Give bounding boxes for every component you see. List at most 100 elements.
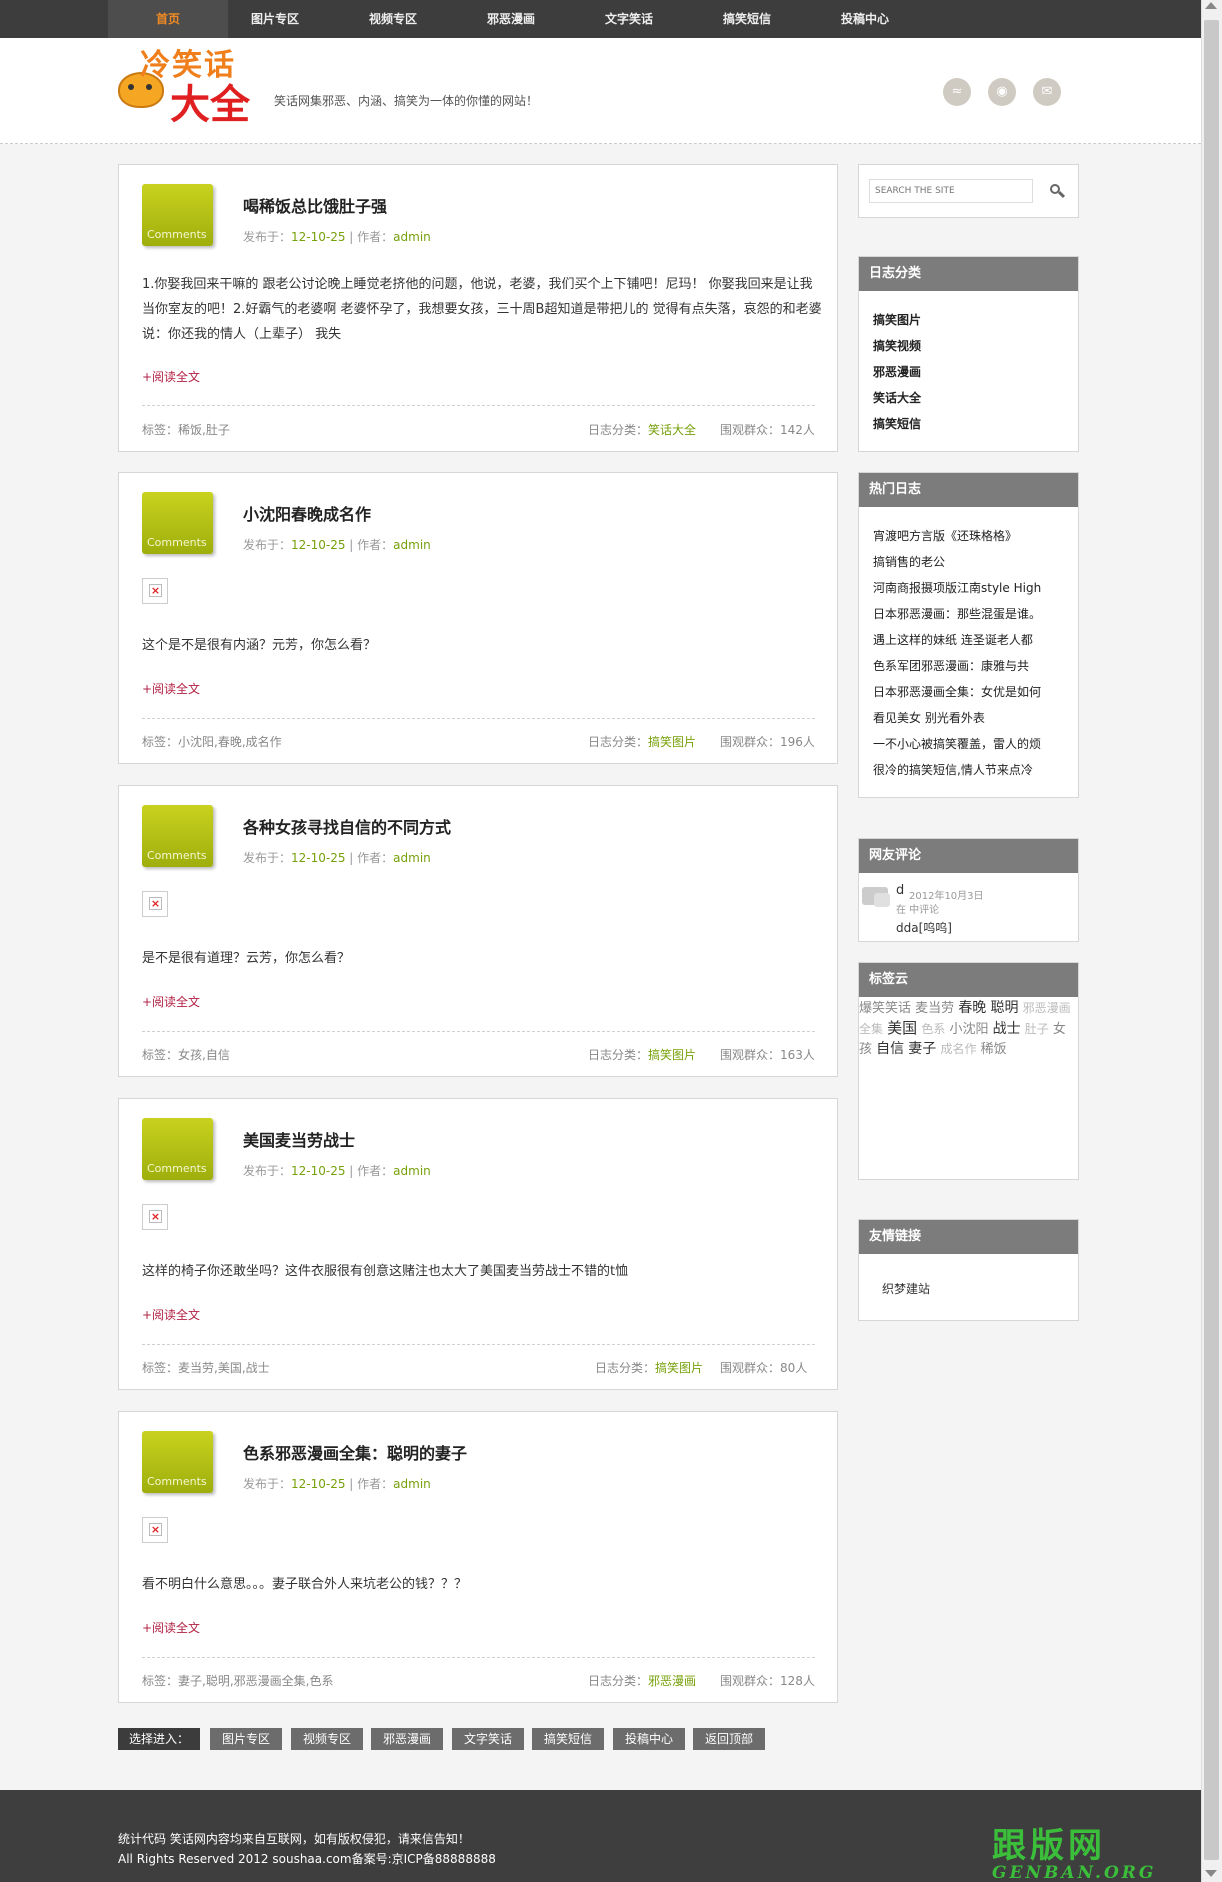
search-button[interactable] xyxy=(1047,179,1067,203)
tag-link[interactable]: 美国 xyxy=(887,1019,917,1037)
comments-badge[interactable]: Comments xyxy=(142,492,213,554)
read-more-link[interactable]: +阅读全文 xyxy=(142,680,200,697)
post-date: 12-10-25 xyxy=(291,538,346,552)
post-author[interactable]: admin xyxy=(393,851,431,865)
nav-item-text-jokes[interactable]: 文字笑话 xyxy=(569,0,689,38)
tag-link[interactable]: 成名作 xyxy=(940,1042,976,1056)
post-author[interactable]: admin xyxy=(393,538,431,552)
post-author[interactable]: admin xyxy=(393,1477,431,1491)
comments-badge[interactable]: Comments xyxy=(142,184,213,246)
read-more-link[interactable]: +阅读全文 xyxy=(142,368,200,385)
hot-post-link[interactable]: 搞销售的老公 xyxy=(873,549,1078,575)
comments-badge[interactable]: Comments xyxy=(142,805,213,867)
site-logo[interactable]: 冷笑话 大全 xyxy=(118,40,258,128)
post-title[interactable]: 喝稀饭总比饿肚子强 xyxy=(243,193,387,217)
post-category-link[interactable]: 搞笑图片 xyxy=(648,1048,696,1062)
comments-badge-label: Comments xyxy=(147,536,207,549)
comments-badge-label: Comments xyxy=(147,849,207,862)
back-to-top-button[interactable]: 返回顶部 xyxy=(693,1728,765,1750)
category-link[interactable]: 搞笑视频 xyxy=(873,333,1078,359)
post-tags: 标签：女孩,自信 xyxy=(142,1048,230,1062)
read-more-link[interactable]: +阅读全文 xyxy=(142,1306,200,1323)
category-link[interactable]: 搞笑短信 xyxy=(873,411,1078,437)
post-category: 日志分类：搞笑图片 xyxy=(595,1361,704,1375)
post-author[interactable]: admin xyxy=(393,230,431,244)
post-date: 12-10-25 xyxy=(291,230,346,244)
post-meta: 发布于：12-10-25 | 作者：admin xyxy=(243,851,431,865)
widget-title: 友情链接 xyxy=(859,1220,1078,1254)
tag-link[interactable]: 战士 xyxy=(993,1021,1021,1037)
nav-item-comics[interactable]: 邪恶漫画 xyxy=(451,0,571,38)
hot-post-link[interactable]: 色系军团邪恶漫画：康雅与共 xyxy=(873,653,1078,679)
category-link[interactable]: 邪恶漫画 xyxy=(873,359,1078,385)
hot-post-link[interactable]: 宵渡吧方言版《还珠格格》 xyxy=(873,523,1078,549)
tag-link[interactable]: 稀饭 xyxy=(981,1042,1007,1057)
comment-bubble-icon xyxy=(862,887,890,907)
post-excerpt: 看不明白什么意思。。。妻子联合外人来坑老公的钱？？？ xyxy=(142,1577,468,1592)
post-title[interactable]: 小沈阳春晚成名作 xyxy=(243,501,371,525)
hot-post-link[interactable]: 一不小心被搞笑覆盖，雷人的烦 xyxy=(873,731,1078,757)
hot-post-link[interactable]: 日本邪恶漫画：那些混蛋是谁。 xyxy=(873,601,1078,627)
post-title[interactable]: 色系邪恶漫画全集：聪明的妻子 xyxy=(243,1440,467,1464)
post-category-link[interactable]: 笑话大全 xyxy=(648,423,696,437)
comments-badge[interactable]: Comments xyxy=(142,1431,213,1493)
post-category: 日志分类：邪恶漫画 xyxy=(588,1674,697,1688)
nav-item-videos[interactable]: 视频专区 xyxy=(333,0,453,38)
comment-user[interactable]: d xyxy=(896,883,904,898)
scroll-down-arrow-icon[interactable] xyxy=(1205,1870,1217,1877)
bottom-nav-item[interactable]: 邪恶漫画 xyxy=(371,1728,443,1750)
scrollbar-thumb[interactable] xyxy=(1204,20,1219,1860)
post-excerpt: 这样的椅子你还敢坐吗？这件衣服很有创意这赌注也太大了美国麦当劳战士不错的t恤 xyxy=(142,1264,629,1279)
rss-icon[interactable]: ≈ xyxy=(943,78,971,106)
tag-link[interactable]: 自信 xyxy=(876,1041,904,1057)
read-more-link[interactable]: +阅读全文 xyxy=(142,993,200,1010)
post-category-link[interactable]: 搞笑图片 xyxy=(655,1361,703,1375)
mail-icon[interactable]: ✉ xyxy=(1033,78,1061,106)
friend-link[interactable]: 织梦建站 xyxy=(882,1280,930,1297)
top-nav: 首页 图片专区 视频专区 邪恶漫画 文字笑话 搞笑短信 投稿中心 xyxy=(0,0,1201,38)
hot-post-link[interactable]: 看见美女 别光看外表 xyxy=(873,705,1078,731)
site-header: 冷笑话 大全 笑话网集邪恶、内涵、搞笑为一体的你懂的网站！ ≈ ◉ ✉ xyxy=(0,38,1201,144)
site-slogan: 笑话网集邪恶、内涵、搞笑为一体的你懂的网站！ xyxy=(274,94,539,108)
bottom-nav-item[interactable]: 图片专区 xyxy=(210,1728,282,1750)
tag-link[interactable]: 聪明 xyxy=(990,1000,1018,1016)
post-category-link[interactable]: 搞笑图片 xyxy=(648,735,696,749)
comment-text[interactable]: dda[呜呜] xyxy=(896,919,952,936)
nav-item-sms[interactable]: 搞笑短信 xyxy=(687,0,807,38)
nav-item-submit[interactable]: 投稿中心 xyxy=(805,0,925,38)
tag-link[interactable]: 小沈阳 xyxy=(949,1022,988,1037)
tag-link[interactable]: 肚子 xyxy=(1025,1022,1049,1036)
category-link[interactable]: 笑话大全 xyxy=(873,385,1078,411)
bottom-nav-item[interactable]: 搞笑短信 xyxy=(532,1728,604,1750)
nav-item-pictures[interactable]: 图片专区 xyxy=(215,0,335,38)
post-category-link[interactable]: 邪恶漫画 xyxy=(648,1674,696,1688)
tag-link[interactable]: 爆笑笑话 xyxy=(859,1001,911,1016)
comments-badge[interactable]: Comments xyxy=(142,1118,213,1180)
post-meta: 发布于：12-10-25 | 作者：admin xyxy=(243,1164,431,1178)
bottom-nav-item[interactable]: 文字笑话 xyxy=(452,1728,524,1750)
nav-item-home[interactable]: 首页 xyxy=(108,0,228,38)
bottom-nav-label: 选择进入： xyxy=(118,1728,200,1750)
hot-post-link[interactable]: 日本邪恶漫画全集：女优是如何 xyxy=(873,679,1078,705)
post-tags: 标签：小沈阳,春晚,成名作 xyxy=(142,735,282,749)
hot-post-link[interactable]: 很冷的搞笑短信,情人节来点冷 xyxy=(873,757,1078,783)
post-title[interactable]: 美国麦当劳战士 xyxy=(243,1127,355,1151)
scroll-up-arrow-icon[interactable] xyxy=(1205,2,1217,9)
hot-post-link[interactable]: 遇上这样的妹纸 连圣诞老人都 xyxy=(873,627,1078,653)
hot-post-link[interactable]: 河南商报摄项版江南style High xyxy=(873,575,1078,601)
bottom-nav-item[interactable]: 投稿中心 xyxy=(613,1728,685,1750)
post-title[interactable]: 各种女孩寻找自信的不同方式 xyxy=(243,814,451,838)
search-input[interactable] xyxy=(869,179,1033,203)
tag-link[interactable]: 色系 xyxy=(921,1022,945,1036)
tag-link[interactable]: 春晚 xyxy=(958,1000,986,1016)
widget-title: 日志分类 xyxy=(859,257,1078,291)
tag-link[interactable]: 妻子 xyxy=(908,1041,936,1057)
read-more-link[interactable]: +阅读全文 xyxy=(142,1619,200,1636)
post-divider xyxy=(142,718,815,719)
tag-link[interactable]: 麦当劳 xyxy=(915,1001,954,1016)
bottom-nav-item[interactable]: 视频专区 xyxy=(291,1728,363,1750)
post-author[interactable]: admin xyxy=(393,1164,431,1178)
post-divider xyxy=(142,1657,815,1658)
category-link[interactable]: 搞笑图片 xyxy=(873,307,1078,333)
weibo-icon[interactable]: ◉ xyxy=(988,78,1016,106)
